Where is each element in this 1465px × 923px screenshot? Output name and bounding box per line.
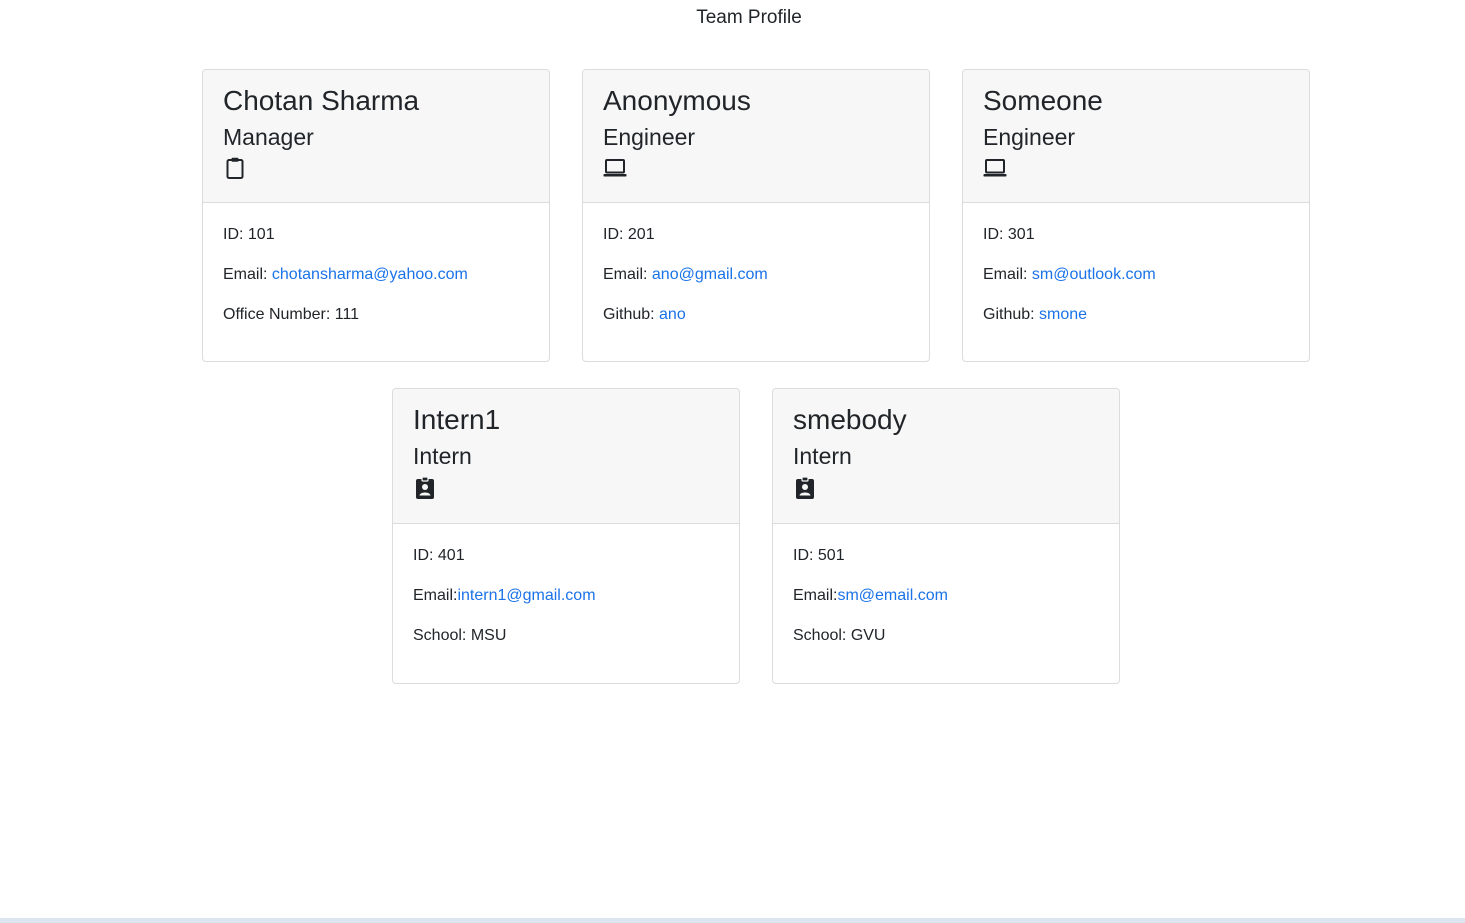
office-number: Office Number: 111 (223, 306, 360, 323)
id-badge-icon (796, 476, 814, 499)
page-title: Team Profile (696, 7, 802, 28)
employee-email-row: Email: chotansharma@yahoo.com (223, 265, 529, 285)
github-link[interactable]: ano (659, 306, 686, 323)
employee-name: Someone (983, 85, 1103, 116)
employee-email-row: Email: sm@outlook.com (983, 265, 1289, 285)
github-row: Github: smone (983, 305, 1289, 325)
email-label: Email: (603, 266, 652, 283)
clipboard-icon (226, 157, 244, 179)
email-label: Email: (223, 266, 272, 283)
team-profile-page: Team Profile Chotan Sharma Manager ID: 1… (0, 0, 1465, 923)
email-label: Email: (413, 587, 458, 604)
laptop-icon (983, 159, 1007, 177)
employee-id: ID: 201 (603, 226, 655, 243)
employee-role: Manager (223, 124, 314, 150)
github-row: Github: ano (603, 305, 909, 325)
employee-name: smebody (793, 404, 907, 435)
employee-email-row: Email: ano@gmail.com (603, 265, 909, 285)
employee-name: Anonymous (603, 85, 751, 116)
bottom-divider (0, 918, 1465, 923)
card-body: ID: 301 Email: sm@outlook.com Github: sm… (963, 203, 1309, 325)
card-body: ID: 501 Email:sm@email.com School: GVU (773, 524, 1119, 646)
card-body: ID: 201 Email: ano@gmail.com Github: ano (583, 203, 929, 325)
github-label: Github: (983, 306, 1040, 323)
card-body: ID: 401 Email:intern1@gmail.com School: … (393, 524, 739, 646)
school-row: School: GVU (793, 627, 886, 644)
email-link[interactable]: chotansharma@yahoo.com (272, 266, 468, 283)
employee-role: Intern (793, 443, 852, 469)
id-badge-icon (416, 476, 434, 499)
card-body: ID: 101 Email: chotansharma@yahoo.com Of… (203, 203, 549, 325)
github-label: Github: (603, 306, 660, 323)
employee-role: Intern (413, 443, 472, 469)
card-header: Anonymous Engineer (583, 70, 929, 203)
employee-id: ID: 101 (223, 226, 275, 243)
employee-id: ID: 401 (413, 547, 465, 564)
employee-card-intern: Intern1 Intern ID: 401 Email:intern1@gma… (392, 388, 740, 684)
laptop-icon (603, 159, 627, 177)
card-header: Intern1 Intern (393, 389, 739, 524)
school-row: School: MSU (413, 627, 507, 644)
employee-role: Engineer (603, 124, 696, 150)
email-link[interactable]: intern1@gmail.com (457, 587, 595, 604)
employee-email-row: Email:sm@email.com (793, 586, 1099, 606)
employee-name: Intern1 (413, 404, 501, 435)
employee-name: Chotan Sharma (223, 85, 420, 116)
employee-card-manager: Chotan Sharma Manager ID: 101 Email: cho… (202, 69, 550, 362)
card-header: Someone Engineer (963, 70, 1309, 203)
employee-email-row: Email:intern1@gmail.com (413, 586, 719, 606)
email-link[interactable]: sm@outlook.com (1032, 266, 1156, 283)
card-header: smebody Intern (773, 389, 1119, 524)
employee-id: ID: 501 (793, 547, 845, 564)
employee-id: ID: 301 (983, 226, 1035, 243)
employee-card-engineer: Someone Engineer ID: 301 Email: sm@outlo… (962, 69, 1310, 362)
employee-card-intern: smebody Intern ID: 501 Email:sm@email.co… (772, 388, 1120, 684)
email-link[interactable]: ano@gmail.com (652, 266, 768, 283)
email-link[interactable]: sm@email.com (837, 587, 947, 604)
github-link[interactable]: smone (1039, 306, 1087, 323)
employee-card-engineer: Anonymous Engineer ID: 201 Email: ano@gm… (582, 69, 930, 362)
card-header: Chotan Sharma Manager (203, 70, 549, 203)
email-label: Email: (983, 266, 1032, 283)
email-label: Email: (793, 587, 838, 604)
employee-role: Engineer (983, 124, 1076, 150)
